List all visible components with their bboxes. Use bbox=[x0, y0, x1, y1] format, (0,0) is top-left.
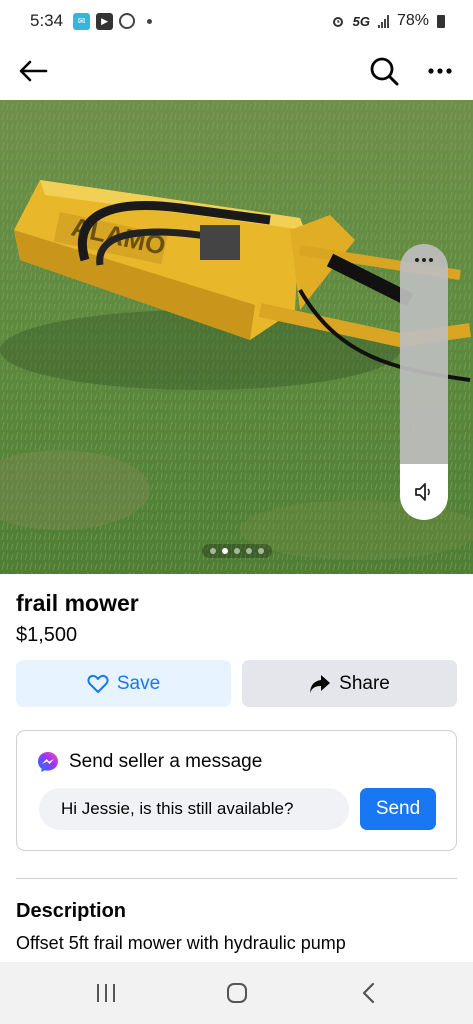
top-actions bbox=[367, 54, 457, 88]
carousel-dots bbox=[201, 544, 272, 558]
youtube-icon: ▶ bbox=[96, 12, 114, 30]
status-right: 5G 78% bbox=[331, 12, 445, 30]
more-button[interactable] bbox=[423, 54, 457, 88]
carousel-dot[interactable] bbox=[257, 548, 264, 554]
back-chevron-icon bbox=[362, 982, 374, 1004]
description-text: Offset 5ft frail mower with hydraulic pu… bbox=[16, 933, 346, 953]
search-button[interactable] bbox=[367, 54, 401, 88]
alarm-icon bbox=[332, 17, 343, 27]
carousel-dot[interactable] bbox=[209, 548, 216, 554]
search-icon bbox=[370, 57, 399, 86]
share-icon bbox=[310, 674, 331, 693]
carousel-dot[interactable] bbox=[245, 548, 252, 554]
more-icon bbox=[428, 68, 452, 74]
message-header: Send seller a message bbox=[37, 751, 262, 773]
save-button[interactable]: Save bbox=[16, 660, 231, 707]
system-nav-bar bbox=[0, 962, 473, 1024]
back-arrow-icon bbox=[19, 60, 48, 82]
carousel-dot-active[interactable] bbox=[221, 548, 228, 554]
volume-panel[interactable] bbox=[400, 244, 448, 520]
home-button[interactable] bbox=[213, 973, 261, 1013]
carousel-indicator bbox=[0, 544, 473, 558]
top-app-bar bbox=[0, 42, 473, 100]
share-label: Share bbox=[339, 672, 390, 694]
status-bar: 5:34 ✉ ▶ 5G 78% bbox=[0, 0, 473, 42]
back-nav-button[interactable] bbox=[344, 973, 392, 1013]
heart-icon bbox=[87, 674, 109, 693]
divider bbox=[16, 878, 457, 879]
status-time: 5:34 bbox=[30, 11, 64, 30]
battery-text: 78% bbox=[396, 12, 429, 29]
messaging-icon: ✉ bbox=[73, 12, 91, 30]
message-heading: Send seller a message bbox=[69, 751, 263, 772]
volume-more-icon[interactable] bbox=[400, 258, 448, 262]
message-input[interactable] bbox=[39, 788, 349, 830]
recents-icon bbox=[96, 984, 115, 1002]
listing-price: $1,500 bbox=[16, 624, 78, 646]
recents-button[interactable] bbox=[82, 973, 130, 1013]
send-button[interactable]: Send bbox=[360, 788, 436, 830]
listing-title: frail mower bbox=[16, 590, 139, 616]
listing-photo[interactable]: ALAMO bbox=[0, 100, 473, 574]
network-label: 5G bbox=[352, 13, 370, 29]
notification-dot-icon bbox=[147, 18, 153, 24]
home-icon bbox=[226, 983, 247, 1003]
volume-icon bbox=[415, 483, 430, 501]
message-seller-card: Send seller a message Send bbox=[16, 730, 457, 851]
battery-icon bbox=[437, 14, 445, 28]
carousel-dot[interactable] bbox=[233, 548, 240, 554]
description-heading: Description bbox=[16, 900, 127, 922]
status-left: 5:34 ✉ ▶ bbox=[30, 11, 153, 31]
signal-icon bbox=[377, 14, 389, 28]
share-button[interactable]: Share bbox=[242, 660, 457, 707]
save-label: Save bbox=[116, 672, 161, 694]
messenger-icon bbox=[38, 752, 58, 772]
volume-level[interactable] bbox=[400, 464, 448, 520]
hotspot-icon bbox=[119, 13, 136, 29]
back-button[interactable] bbox=[16, 54, 50, 88]
